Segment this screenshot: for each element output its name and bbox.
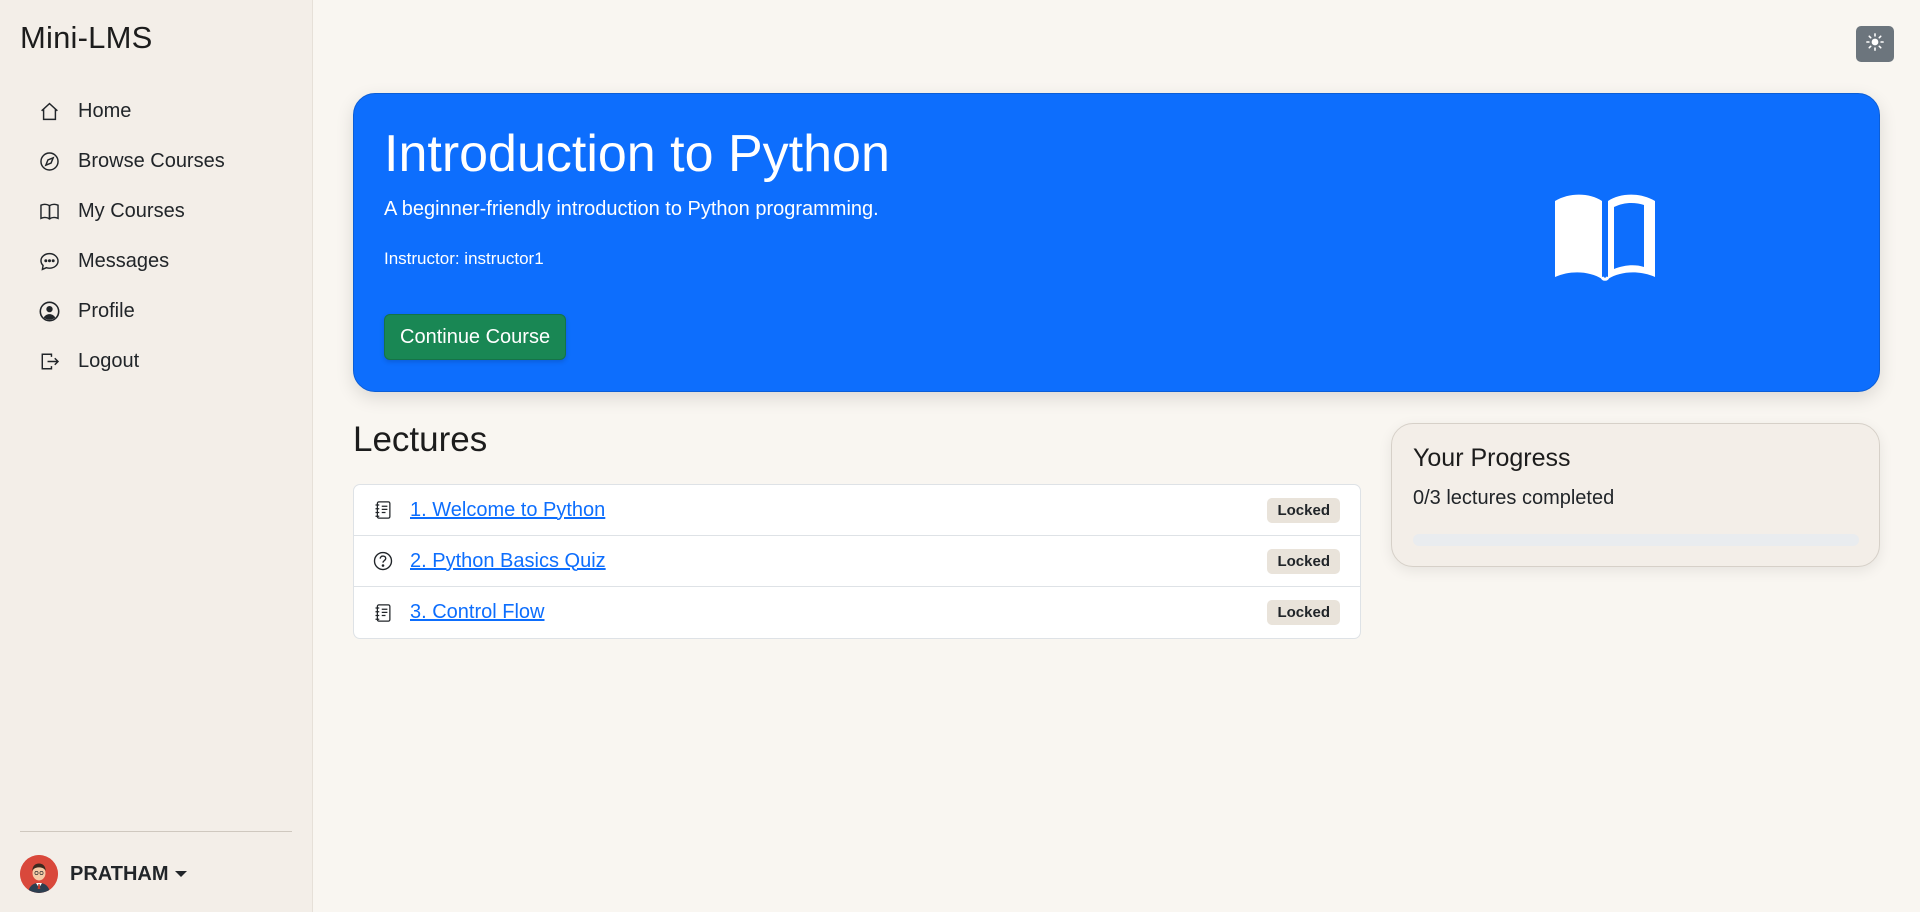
sidebar: Mini-LMS Home Browse Courses My Courses … [0,0,313,912]
sidebar-item-label: Browse Courses [78,149,225,172]
sidebar-item-label: Profile [78,299,135,322]
lecture-link[interactable]: 2. Python Basics Quiz [410,550,606,573]
caret-down-icon [174,871,187,877]
user-menu[interactable]: PRATHAM [20,831,292,912]
journal-text-icon [373,603,393,623]
continue-course-button[interactable]: Continue Course [384,314,567,360]
lectures-heading: Lectures [353,420,488,459]
sidebar-item-logout[interactable]: Logout [20,336,292,386]
sidebar-item-label: Logout [78,349,140,372]
sun-icon [1866,32,1884,56]
open-book-icon [1552,193,1658,281]
compass-icon [38,150,60,172]
course-instructor: Instructor: instructor1 [384,249,544,268]
book-icon [38,200,60,222]
sidebar-item-home[interactable]: Home [20,86,292,136]
list-item: 1. Welcome to Python Locked [354,485,1360,536]
progress-card: Your Progress 0/3 lectures completed [1391,423,1880,567]
chat-dots-icon [38,250,60,272]
theme-toggle-button[interactable] [1856,26,1894,62]
sidebar-item-my-courses[interactable]: My Courses [20,186,292,236]
status-badge: Locked [1267,600,1340,625]
course-hero-card: Introduction to Python A beginner-friend… [353,93,1880,392]
avatar [20,855,58,893]
sidebar-item-label: Home [78,99,132,122]
sidebar-item-profile[interactable]: Profile [20,286,292,336]
course-title: Introduction to Python [384,125,890,183]
lecture-link[interactable]: 3. Control Flow [410,601,545,624]
sidebar-nav: Home Browse Courses My Courses Messages … [20,86,292,386]
status-badge: Locked [1267,498,1340,523]
brand-logo[interactable]: Mini-LMS [20,20,153,56]
progress-heading: Your Progress [1413,444,1571,472]
progress-summary: 0/3 lectures completed [1413,487,1615,509]
progress-bar [1413,534,1859,546]
status-badge: Locked [1267,549,1340,574]
journal-text-icon [373,500,393,520]
house-icon [38,100,60,122]
person-circle-icon [38,300,60,322]
course-description: A beginner-friendly introduction to Pyth… [384,198,879,220]
sidebar-item-browse-courses[interactable]: Browse Courses [20,136,292,186]
sidebar-item-messages[interactable]: Messages [20,236,292,286]
lecture-link[interactable]: 1. Welcome to Python [410,499,605,522]
lecture-list: 1. Welcome to Python Locked 2. Python Ba… [353,484,1361,639]
list-item: 3. Control Flow Locked [354,587,1360,638]
user-name: PRATHAM [70,862,169,885]
list-item: 2. Python Basics Quiz Locked [354,536,1360,587]
box-arrow-right-icon [38,350,60,372]
question-circle-icon [373,551,393,571]
sidebar-item-label: My Courses [78,199,185,222]
sidebar-item-label: Messages [78,249,170,272]
